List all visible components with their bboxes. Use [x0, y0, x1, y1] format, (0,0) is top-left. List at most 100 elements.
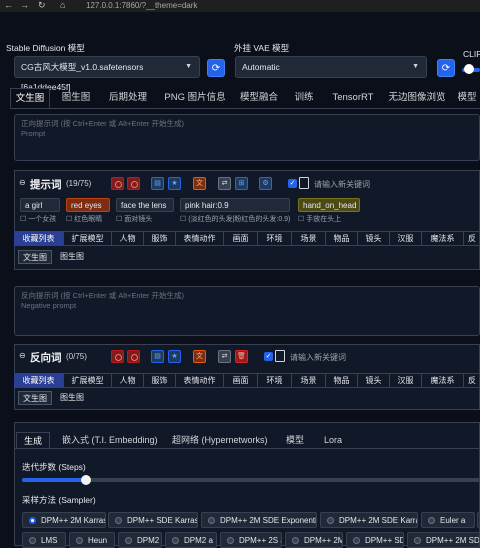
category-expression[interactable]: 表情动作 [176, 373, 224, 388]
tab-tensorrt[interactable]: TensorRT [328, 88, 378, 108]
mode-tab-img2img[interactable]: 图生图 [54, 391, 90, 405]
bookmark-icon[interactable]: ★ [168, 177, 181, 190]
reload-icon[interactable]: ↻ [38, 0, 46, 11]
url-text[interactable]: 127.0.0.1:7860/?__theme=dark [86, 0, 197, 11]
category-more[interactable]: 反 [464, 231, 480, 246]
forward-arrow-icon[interactable]: → [20, 0, 29, 11]
vae-select[interactable]: Automatic ▼ [235, 56, 427, 78]
category-magic[interactable]: 魔法系 [422, 373, 464, 388]
tag-chip[interactable]: pink hair:0.9 [180, 198, 290, 212]
category-scene[interactable]: 画面 [224, 231, 258, 246]
vae-label: 外挂 VAE 模型 [234, 43, 290, 53]
category-character[interactable]: 人物 [112, 373, 144, 388]
history-icon[interactable]: ⊞ [235, 177, 248, 190]
collapse-icon[interactable]: ⊖ [19, 351, 26, 360]
clear-icon[interactable] [111, 350, 124, 363]
mode-tab-txt2img[interactable]: 文生图 [18, 391, 52, 405]
settings-tab-lora[interactable]: Lora [324, 432, 342, 448]
keyword-checkbox[interactable]: ✓ [288, 179, 297, 188]
tab-model[interactable]: 模型 [454, 88, 480, 108]
keyword-input-box[interactable] [275, 350, 285, 362]
home-icon[interactable]: ⌂ [60, 0, 65, 11]
refresh-model-button[interactable]: ⟳ [207, 59, 225, 77]
category-magic[interactable]: 魔法系 [422, 231, 464, 246]
trash-icon[interactable]: 🗑 [235, 350, 248, 363]
back-arrow-icon[interactable]: ← [4, 0, 13, 11]
record-icon[interactable] [127, 177, 140, 190]
prompt-input[interactable]: 正向提示词 (按 Ctrl+Enter 或 Alt+Enter 开始生成) Pr… [14, 114, 480, 161]
sampler-option[interactable]: DPM++ 2M SDE Exponential [201, 512, 317, 528]
tag-chip-translation: ☐ (淡红色的头发|粉红色的头发:0.9) [180, 216, 291, 223]
steps-label: 迭代步数 (Steps) [22, 462, 86, 472]
category-items[interactable]: 物品 [326, 231, 358, 246]
steps-slider-fill [22, 478, 86, 482]
category-expression[interactable]: 表情动作 [176, 231, 224, 246]
tag-chip-translation: ☐ 红色眼睛 [66, 216, 103, 223]
clear-icon[interactable] [111, 177, 124, 190]
category-camera[interactable]: 镜头 [358, 231, 390, 246]
category-favorites[interactable]: 收藏列表 [14, 373, 64, 388]
keyword-checkbox[interactable]: ✓ [264, 352, 273, 361]
tab-train[interactable]: 训练 [290, 88, 318, 108]
mode-tab-img2img[interactable]: 图生图 [54, 250, 90, 264]
category-favorites[interactable]: 收藏列表 [14, 231, 64, 246]
category-extension[interactable]: 扩展模型 [64, 231, 112, 246]
model-select[interactable]: CG古风大模型_v1.0.safetensors [6a1ddee45f] ▼ [14, 56, 200, 92]
settings-tab-hypernetworks[interactable]: 超网络 (Hypernetworks) [172, 432, 268, 448]
copy-icon[interactable]: ▤ [151, 350, 164, 363]
settings-tab-generation[interactable]: 生成 [16, 432, 50, 448]
category-location[interactable]: 场景 [292, 373, 326, 388]
category-hanfu[interactable]: 汉服 [390, 373, 422, 388]
tag-chip-translation: ☐ 一个女孩 [20, 216, 57, 223]
tab-txt2img[interactable]: 文生图 [10, 88, 50, 108]
category-location[interactable]: 场景 [292, 231, 326, 246]
copy-icon[interactable]: ▤ [151, 177, 164, 190]
model-label: Stable Diffusion 模型 [6, 43, 85, 53]
negative-prompt-input[interactable]: 反向提示词 (按 Ctrl+Enter 或 Alt+Enter 开始生成) Ne… [14, 286, 480, 336]
keyword-input-placeholder: 请输入新关键词 [314, 180, 370, 189]
tag-chip[interactable]: a girl [20, 198, 60, 212]
sampler-option[interactable]: Euler a [421, 512, 475, 528]
tag-chip[interactable]: hand_on_head [298, 198, 360, 212]
settings-tab-model[interactable]: 模型 [286, 432, 304, 448]
steps-slider-thumb[interactable] [81, 475, 91, 485]
settings-tab-embedding[interactable]: 嵌入式 (T.I. Embedding) [62, 432, 158, 448]
refresh-icon: ⟳ [441, 63, 451, 74]
category-character[interactable]: 人物 [112, 231, 144, 246]
translate-icon[interactable]: 文 [193, 177, 206, 190]
category-scene[interactable]: 画面 [224, 373, 258, 388]
category-camera[interactable]: 镜头 [358, 373, 390, 388]
category-environment[interactable]: 环境 [258, 373, 292, 388]
collapse-icon[interactable]: ⊖ [19, 178, 26, 187]
tab-img2img[interactable]: 图生图 [56, 88, 96, 108]
sampler-option[interactable]: DPM++ SDE Karras [108, 512, 198, 528]
category-clothing[interactable]: 服饰 [144, 373, 176, 388]
category-hanfu[interactable]: 汉服 [390, 231, 422, 246]
tag-chip[interactable]: red eyes [66, 198, 110, 212]
tag-chip[interactable]: face the lens [116, 198, 174, 212]
sampler-option[interactable]: DPM++ 2M SDE Karras [320, 512, 418, 528]
category-environment[interactable]: 环境 [258, 231, 292, 246]
tab-extras[interactable]: 后期处理 [104, 88, 152, 108]
refresh-vae-button[interactable]: ⟳ [437, 59, 455, 77]
settings-gear-icon[interactable]: ⚙ [259, 177, 272, 190]
translate-icon[interactable]: 文 [193, 350, 206, 363]
tab-png-info[interactable]: PNG 图片信息 [162, 88, 228, 108]
keyword-input-box[interactable] [299, 177, 309, 189]
swap-icon[interactable]: ⇄ [218, 350, 231, 363]
tab-infinite-browser[interactable]: 无边图像浏览 [386, 88, 448, 108]
positive-count: (19/75) [66, 179, 92, 188]
bookmark-icon[interactable]: ★ [168, 350, 181, 363]
record-icon[interactable] [127, 350, 140, 363]
mode-tab-txt2img[interactable]: 文生图 [18, 250, 52, 264]
swap-icon[interactable]: ⇄ [218, 177, 231, 190]
chevron-down-icon: ▼ [185, 63, 192, 70]
negative-placeholder-en: Negative prompt [21, 301, 77, 310]
clip-slider-thumb[interactable] [464, 64, 474, 74]
tab-merge[interactable]: 模型融合 [236, 88, 282, 108]
category-items[interactable]: 物品 [326, 373, 358, 388]
category-extension[interactable]: 扩展模型 [64, 373, 112, 388]
category-more[interactable]: 反 [464, 373, 480, 388]
category-clothing[interactable]: 服饰 [144, 231, 176, 246]
sampler-option[interactable]: DPM++ 2M Karras [22, 512, 106, 528]
